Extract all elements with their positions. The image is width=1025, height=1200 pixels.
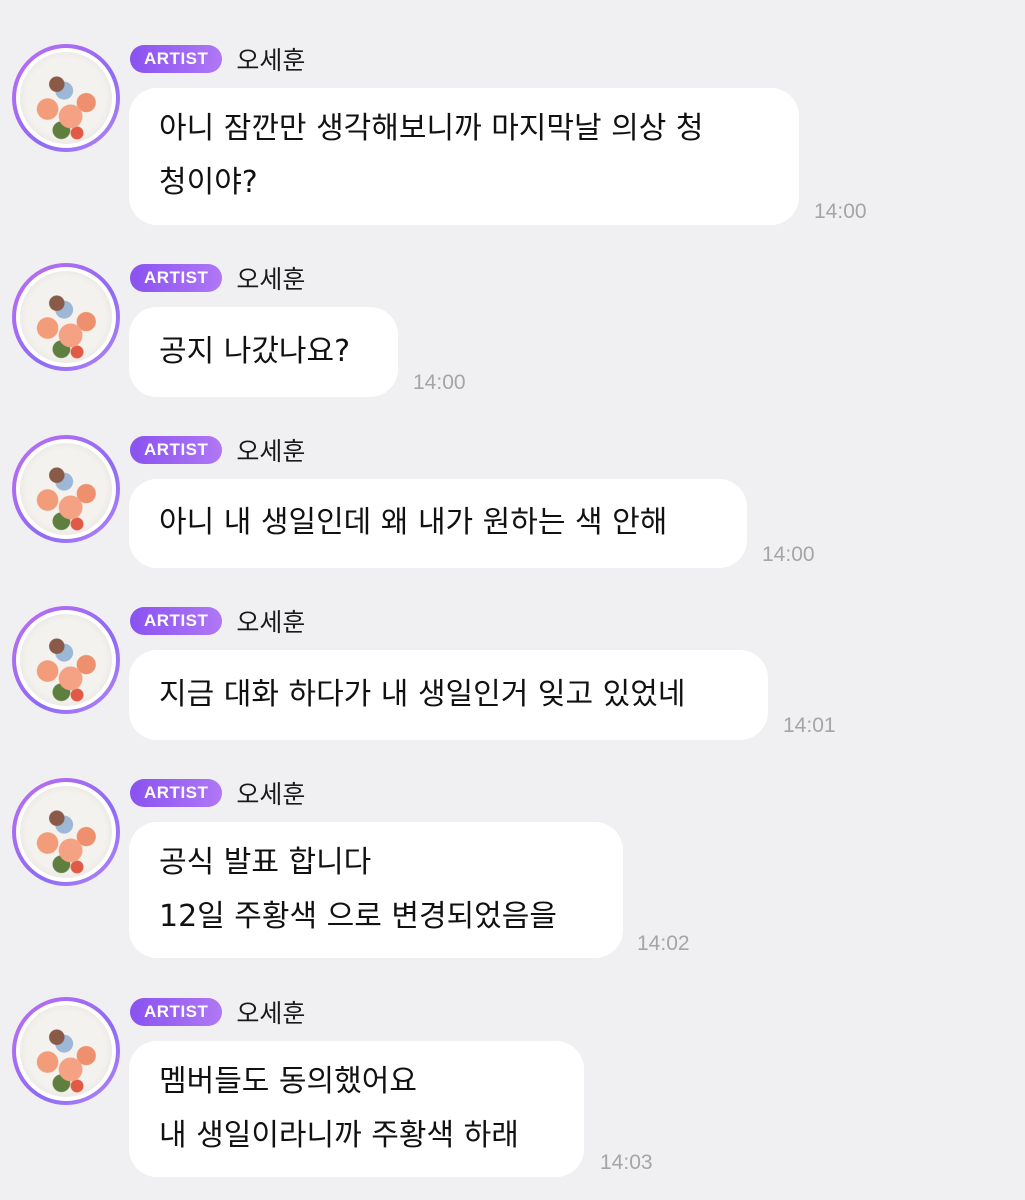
artist-avatar[interactable] <box>12 778 120 886</box>
sender-name: 오세훈 <box>236 999 306 1028</box>
artist-badge: ARTIST <box>130 998 223 1026</box>
message-text: 아니 내 생일인데 왜 내가 원하는 색 안해 <box>159 505 668 540</box>
message-bubble[interactable]: 멤버들도 동의했어요 내 생일이라니까 주황색 하래 <box>129 1041 584 1177</box>
artist-avatar[interactable] <box>12 435 120 543</box>
message-bubble[interactable]: 아니 내 생일인데 왜 내가 원하는 색 안해 <box>129 479 747 568</box>
message-text: 내 생일이라니까 주황색 하래 <box>159 1118 519 1153</box>
message-header: ARTIST 오세훈 <box>130 263 306 294</box>
message-bubble[interactable]: 공식 발표 합니다 12일 주황색 으로 변경되었음을 <box>129 822 623 958</box>
artist-badge: ARTIST <box>130 779 223 807</box>
artist-badge: ARTIST <box>130 45 223 73</box>
sender-name: 오세훈 <box>236 780 306 809</box>
message-header: ARTIST 오세훈 <box>130 606 306 637</box>
message-time: 14:00 <box>814 200 867 223</box>
artist-badge: ARTIST <box>130 264 223 292</box>
artist-avatar[interactable] <box>12 606 120 714</box>
message-text: 아니 잠깐만 생각해보니까 마지막날 의상 청 <box>159 111 704 146</box>
message-time: 14:01 <box>783 714 836 737</box>
message-header: ARTIST 오세훈 <box>130 44 306 75</box>
artist-avatar[interactable] <box>12 997 120 1105</box>
sender-name: 오세훈 <box>236 265 306 294</box>
message-bubble[interactable]: 공지 나갔나요? <box>129 307 398 397</box>
message-text: 공지 나갔나요? <box>159 334 351 369</box>
message-text: 지금 대화 하다가 내 생일인거 잊고 있었네 <box>159 677 686 712</box>
message-bubble[interactable]: 아니 잠깐만 생각해보니까 마지막날 의상 청 청이야? <box>129 88 799 225</box>
avatar-photo <box>20 1005 112 1097</box>
chat-thread[interactable]: ARTIST 오세훈 아니 잠깐만 생각해보니까 마지막날 의상 청 청이야? … <box>0 0 1025 1200</box>
message-text: 청이야? <box>159 165 258 200</box>
avatar-photo <box>20 614 112 706</box>
artist-avatar[interactable] <box>12 263 120 371</box>
message-time: 14:00 <box>413 371 466 394</box>
message-time: 14:03 <box>600 1151 653 1174</box>
artist-badge: ARTIST <box>130 607 223 635</box>
message-text: 공식 발표 합니다 <box>159 845 372 880</box>
message-time: 14:02 <box>637 932 690 955</box>
avatar-photo <box>20 271 112 363</box>
artist-badge: ARTIST <box>130 436 223 464</box>
message-text: 12일 주황색 으로 변경되었음을 <box>159 899 557 934</box>
message-text: 멤버들도 동의했어요 <box>159 1064 417 1099</box>
message-header: ARTIST 오세훈 <box>130 435 306 466</box>
message-header: ARTIST 오세훈 <box>130 778 306 809</box>
sender-name: 오세훈 <box>236 437 306 466</box>
avatar-photo <box>20 786 112 878</box>
message-header: ARTIST 오세훈 <box>130 997 306 1028</box>
sender-name: 오세훈 <box>236 608 306 637</box>
message-bubble[interactable]: 지금 대화 하다가 내 생일인거 잊고 있었네 <box>129 650 768 740</box>
avatar-photo <box>20 52 112 144</box>
sender-name: 오세훈 <box>236 46 306 75</box>
artist-avatar[interactable] <box>12 44 120 152</box>
avatar-photo <box>20 443 112 535</box>
message-time: 14:00 <box>762 543 815 566</box>
